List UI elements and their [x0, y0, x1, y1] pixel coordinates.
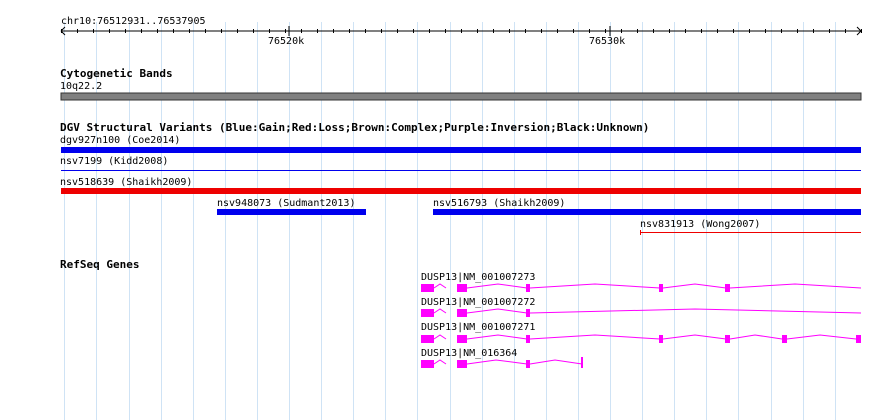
exon	[421, 360, 434, 368]
variant-bar-nsv7199[interactable]	[61, 170, 861, 171]
gene-model-nm-001007272[interactable]	[421, 308, 862, 317]
intron-line	[433, 308, 862, 314]
variant-bar-nsv518639[interactable]	[61, 188, 861, 194]
exon	[526, 309, 530, 317]
variant-label[interactable]: nsv7199 (Kidd2008)	[60, 156, 168, 167]
exon	[659, 335, 663, 343]
exon	[856, 335, 861, 343]
gene-label[interactable]: DUSP13|NM_001007273	[421, 272, 535, 283]
variant-label[interactable]: nsv831913 (Wong2007)	[640, 219, 760, 230]
variant-bar-nsv831913[interactable]	[640, 232, 861, 233]
gene-label[interactable]: DUSP13|NM_016364	[421, 348, 517, 359]
exon	[421, 309, 434, 317]
exon	[581, 357, 583, 368]
gene-label[interactable]: DUSP13|NM_001007271	[421, 322, 535, 333]
gene-model-nm-001007273[interactable]	[421, 283, 862, 292]
variant-label[interactable]: nsv516793 (Shaikh2009)	[433, 198, 565, 209]
variant-bar-nsv516793[interactable]	[433, 209, 861, 215]
variant-bar-dgv927n100[interactable]	[61, 147, 861, 153]
cytoband-label: 10q22.2	[60, 81, 103, 92]
exon	[659, 284, 663, 292]
exon	[725, 335, 730, 343]
variant-label[interactable]: nsv518639 (Shaikh2009)	[60, 177, 192, 188]
intron-line	[433, 334, 857, 340]
exon	[526, 335, 530, 343]
ruler-tick-label: 76530k	[589, 36, 626, 47]
cytoband-bar[interactable]	[60, 92, 862, 101]
ruler	[60, 26, 862, 36]
intron-line	[433, 283, 862, 289]
exon	[782, 335, 787, 343]
exon	[457, 309, 467, 317]
gene-label[interactable]: DUSP13|NM_001007272	[421, 297, 535, 308]
variant-start-marker-nsv831913	[640, 230, 641, 235]
refseq-track-title: RefSeq Genes	[60, 258, 140, 271]
exon	[526, 284, 530, 292]
gene-model-nm-001007271[interactable]	[421, 334, 861, 343]
variant-label[interactable]: dgv927n100 (Coe2014)	[60, 135, 180, 146]
exon	[457, 284, 467, 292]
exon	[457, 335, 467, 343]
dgv-track-title: DGV Structural Variants (Blue:Gain;Red:L…	[60, 121, 650, 134]
intron-line	[433, 359, 583, 365]
ruler-range-label: chr10:76512931..76537905	[61, 16, 206, 27]
exon	[526, 360, 530, 368]
exon	[421, 284, 434, 292]
exon	[421, 335, 434, 343]
variant-label[interactable]: nsv948073 (Sudmant2013)	[217, 198, 355, 209]
exon	[725, 284, 730, 292]
exon	[457, 360, 467, 368]
ruler-tick-label: 76520k	[268, 36, 305, 47]
variant-bar-nsv948073[interactable]	[217, 209, 366, 215]
cytoband-track-title: Cytogenetic Bands	[60, 67, 173, 80]
